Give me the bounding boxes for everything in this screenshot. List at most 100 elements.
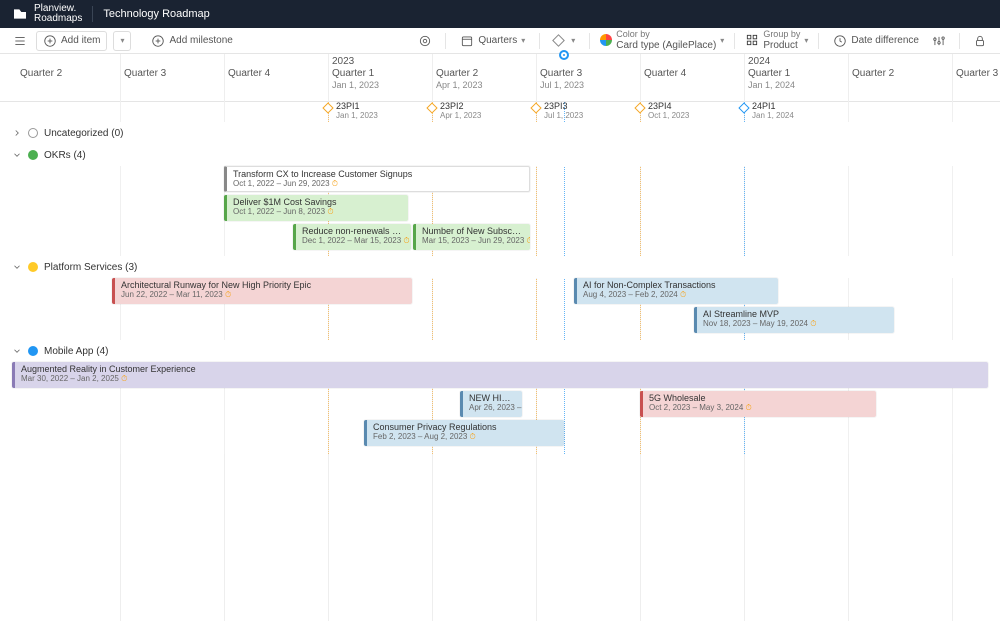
card-consumer-privacy[interactable]: Consumer Privacy Regulations Feb 2, 2023…	[364, 420, 564, 446]
quarter-label: Quarter 4	[228, 68, 270, 79]
add-item-dropdown[interactable]: ▾	[113, 31, 131, 51]
card-ai-streamline[interactable]: AI Streamline MVP Nov 18, 2023 – May 19,…	[694, 307, 894, 333]
group-by-value: Product	[763, 40, 800, 51]
card-title: NEW HIGH PRIC	[469, 393, 516, 403]
milestone-date: Jan 1, 2024	[752, 112, 794, 121]
card-dates: Apr 26, 2023 – Jun	[469, 403, 522, 412]
color-by-value: Card type (AgilePlace)	[616, 40, 716, 51]
milestone-date: Oct 1, 2023	[648, 112, 689, 121]
warning-icon: ⏱	[810, 319, 816, 328]
quarter-label: Quarter 2	[20, 68, 62, 79]
add-item-button[interactable]: Add item	[36, 31, 107, 51]
timescale-dropdown[interactable]: Quarters ▾	[456, 34, 529, 48]
card-title: Number of New Subscriptions	[422, 226, 524, 236]
header-divider	[92, 6, 93, 22]
card-title: Augmented Reality in Customer Experience	[21, 364, 982, 374]
diamond-icon	[426, 102, 437, 113]
warning-icon: ⏱	[470, 432, 476, 441]
lane-body-okrs: Transform CX to Increase Customer Signup…	[0, 166, 1000, 256]
card-title: Deliver $1M Cost Savings	[233, 197, 402, 207]
roadmap-title: Technology Roadmap	[103, 8, 209, 20]
card-dates: Mar 15, 2023 – Jun 29, 2023	[422, 236, 524, 245]
lane-header-okrs[interactable]: OKRs (4)	[0, 144, 1000, 166]
diamond-icon	[552, 34, 565, 47]
lock-button[interactable]	[970, 31, 990, 51]
lane-label: OKRs (4)	[44, 150, 86, 161]
card-okr-subscriptions[interactable]: Number of New Subscriptions Mar 15, 2023…	[413, 224, 530, 250]
card-title: Consumer Privacy Regulations	[373, 422, 558, 432]
card-dates: Aug 4, 2023 – Feb 2, 2024	[583, 290, 678, 299]
diamond-icon	[634, 102, 645, 113]
lane-header-mobile[interactable]: Mobile App (4)	[0, 340, 1000, 362]
caret-icon: ▾	[720, 36, 724, 45]
card-dates: Jun 22, 2022 – Mar 11, 2023	[121, 290, 223, 299]
card-5g-wholesale[interactable]: 5G Wholesale Oct 2, 2023 – May 3, 2024 ⏱	[640, 391, 876, 417]
year-2024: 2024	[748, 56, 770, 67]
plus-icon	[43, 34, 57, 48]
date-diff-label: Date difference	[851, 35, 919, 46]
milestone-filter[interactable]: ▾	[550, 36, 579, 45]
timescale-label: Quarters	[478, 35, 517, 46]
lane-label: Platform Services (3)	[44, 262, 137, 273]
quarter-label: Quarter 2	[436, 68, 478, 79]
quarter-label: Quarter 3	[956, 68, 998, 79]
card-new-high-pric[interactable]: NEW HIGH PRIC Apr 26, 2023 – Jun	[460, 391, 522, 417]
card-architectural-runway[interactable]: Architectural Runway for New High Priori…	[112, 278, 412, 304]
lane-color-dot	[28, 150, 38, 160]
quarter-label: Quarter 1	[332, 68, 374, 79]
lock-icon	[973, 34, 987, 48]
card-title: AI Streamline MVP	[703, 309, 888, 319]
group-by-dropdown[interactable]: Group by Product ▾	[745, 30, 808, 51]
milestone-23pi1[interactable]: 23PI1Jan 1, 2023	[328, 102, 378, 121]
caret-icon: ▾	[521, 36, 525, 45]
warning-icon: ⏱	[332, 179, 338, 188]
chevron-down-icon	[12, 150, 22, 160]
card-okr-cost-savings[interactable]: Deliver $1M Cost Savings Oct 1, 2022 – J…	[224, 195, 408, 221]
diamond-icon	[530, 102, 541, 113]
chevron-down-icon	[12, 346, 22, 356]
lane-body-platform: Architectural Runway for New High Priori…	[0, 278, 1000, 340]
card-dates: Nov 18, 2023 – May 19, 2024	[703, 319, 808, 328]
brand-line2: Roadmaps	[34, 14, 82, 24]
add-milestone-button[interactable]: Add milestone	[147, 34, 236, 48]
card-ai-transactions[interactable]: AI for Non-Complex Transactions Aug 4, 2…	[574, 278, 778, 304]
list-view-button[interactable]	[10, 31, 30, 51]
calendar-icon	[460, 34, 474, 48]
card-title: AI for Non-Complex Transactions	[583, 280, 772, 290]
warning-icon: ⏱	[225, 290, 231, 299]
brand-logo[interactable]: Planview. Roadmaps	[12, 4, 82, 24]
card-dates: Oct 2, 2023 – May 3, 2024	[649, 403, 743, 412]
card-dates: Mar 30, 2022 – Jan 2, 2025	[21, 374, 119, 383]
quarter-label: Quarter 1	[748, 68, 790, 79]
chevron-down-icon	[12, 262, 22, 272]
sliders-icon	[932, 34, 946, 48]
lane-header-platform[interactable]: Platform Services (3)	[0, 256, 1000, 278]
warning-icon: ⏱	[403, 236, 409, 245]
date-difference-button[interactable]: Date difference	[829, 34, 923, 48]
milestone-23pi3[interactable]: 23PI3Jul 1, 2023	[536, 102, 583, 121]
lane-color-dot	[28, 346, 38, 356]
warning-icon: ⏱	[746, 403, 752, 412]
warning-icon: ⏱	[121, 374, 127, 383]
card-dates: Oct 1, 2022 – Jun 29, 2023	[233, 179, 330, 188]
lane-header-uncategorized[interactable]: Uncategorized (0)	[0, 122, 1000, 144]
color-by-dropdown[interactable]: Color by Card type (AgilePlace) ▾	[600, 30, 724, 51]
milestone-date: Apr 1, 2023	[440, 112, 481, 121]
milestone-23pi4[interactable]: 23PI4Oct 1, 2023	[640, 102, 689, 121]
card-okr-non-renewals[interactable]: Reduce non-renewals by 30% Dec 1, 2022 –…	[293, 224, 411, 250]
card-okr-transform-cx[interactable]: Transform CX to Increase Customer Signup…	[224, 166, 530, 192]
plus-icon	[151, 34, 165, 48]
target-button[interactable]	[415, 31, 435, 51]
year-2023: 2023	[332, 56, 354, 67]
milestone-24pi1[interactable]: 24PI1Jan 1, 2024	[744, 102, 794, 121]
milestone-23pi2[interactable]: 23PI2Apr 1, 2023	[432, 102, 481, 121]
add-item-label: Add item	[61, 35, 100, 46]
list-icon	[13, 34, 27, 48]
quarter-label: Quarter 4	[644, 68, 686, 79]
settings-button[interactable]	[929, 31, 949, 51]
milestone-row: 23PI1Jan 1, 2023 23PI2Apr 1, 2023 23PI3J…	[0, 102, 1000, 122]
card-augmented-reality[interactable]: Augmented Reality in Customer Experience…	[12, 362, 988, 388]
app-header: Planview. Roadmaps Technology Roadmap	[0, 0, 1000, 28]
caret-icon: ▾	[120, 36, 124, 45]
quarter-date: Jan 1, 2024	[748, 80, 795, 90]
